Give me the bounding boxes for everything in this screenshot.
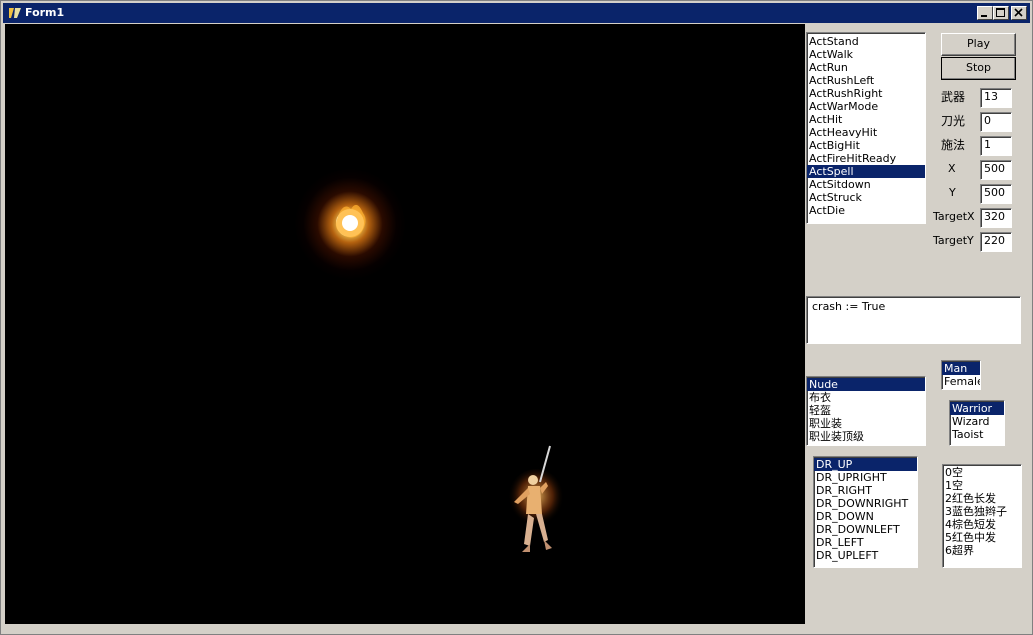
param-field[interactable]: 220 xyxy=(980,232,1012,252)
param-field[interactable]: 320 xyxy=(980,208,1012,228)
warrior-sprite xyxy=(508,445,564,552)
action-item[interactable]: ActWalk xyxy=(807,48,925,61)
minimize-icon xyxy=(981,15,987,17)
direction-item[interactable]: DR_UPLEFT xyxy=(814,549,917,562)
param-label: 施法 xyxy=(941,138,966,152)
param-field[interactable]: 500 xyxy=(980,184,1012,204)
action-item[interactable]: ActFireHitReady xyxy=(807,152,925,165)
hair-item[interactable]: 5红色中发 xyxy=(943,531,1021,544)
app-icon xyxy=(7,5,23,21)
direction-item[interactable]: DR_DOWNLEFT xyxy=(814,523,917,536)
job-item[interactable]: Wizard xyxy=(950,415,1004,428)
action-item[interactable]: ActSitdown xyxy=(807,178,925,191)
stop-button[interactable]: Stop xyxy=(941,57,1016,80)
direction-item[interactable]: DR_RIGHT xyxy=(814,484,917,497)
main-window: Form1 ActStand ActWalk ActRun ActRushLef… xyxy=(0,0,1033,635)
armor-item[interactable]: 职业装顶级 xyxy=(807,430,925,443)
action-item[interactable]: ActRushRight xyxy=(807,87,925,100)
armor-item[interactable]: 布衣 xyxy=(807,391,925,404)
direction-item[interactable]: DR_DOWN xyxy=(814,510,917,523)
param-label: TargetX xyxy=(933,210,975,223)
job-item[interactable]: Warrior xyxy=(950,402,1004,415)
hair-item[interactable]: 4棕色短发 xyxy=(943,518,1021,531)
job-item[interactable]: Taoist xyxy=(950,428,1004,441)
direction-listbox[interactable]: DR_UP DR_UPRIGHT DR_RIGHT DR_DOWNRIGHT DR_DO… xyxy=(813,456,918,568)
action-listbox[interactable]: ActStand ActWalk ActRun ActRushLeft ActRushR… xyxy=(806,32,926,224)
action-item[interactable]: ActDie xyxy=(807,204,925,217)
param-label: TargetY xyxy=(933,234,974,247)
game-canvas[interactable] xyxy=(5,24,805,624)
param-label: 武器 xyxy=(941,90,966,104)
gender-item[interactable]: Female xyxy=(942,375,980,388)
param-field[interactable]: 1 xyxy=(980,136,1012,156)
direction-item[interactable]: DR_UPRIGHT xyxy=(814,471,917,484)
param-field[interactable]: 0 xyxy=(980,112,1012,132)
param-field[interactable]: 13 xyxy=(980,88,1012,108)
action-item[interactable]: ActSpell xyxy=(807,165,925,178)
close-button[interactable] xyxy=(1011,6,1027,20)
fireball-core xyxy=(335,204,366,238)
action-item[interactable]: ActHit xyxy=(807,113,925,126)
direction-item[interactable]: DR_UP xyxy=(814,458,917,471)
play-button[interactable]: Play xyxy=(941,33,1016,56)
armor-item[interactable]: Nude xyxy=(807,378,925,391)
action-item[interactable]: ActWarMode xyxy=(807,100,925,113)
log-memo[interactable]: crash := True xyxy=(806,296,1021,344)
armor-listbox[interactable]: Nude 布衣 轻盔 职业装 职业装顶级 xyxy=(806,376,926,446)
minimize-button[interactable] xyxy=(977,6,993,20)
job-listbox[interactable]: Warrior Wizard Taoist xyxy=(949,400,1005,446)
hair-item[interactable]: 2红色长发 xyxy=(943,492,1021,505)
hair-item[interactable]: 0空 xyxy=(943,466,1021,479)
action-item[interactable]: ActBigHit xyxy=(807,139,925,152)
action-item[interactable]: ActRushLeft xyxy=(807,74,925,87)
title-bar[interactable]: Form1 xyxy=(3,3,1030,23)
direction-item[interactable]: DR_LEFT xyxy=(814,536,917,549)
param-label: 刀光 xyxy=(941,114,966,128)
maximize-button[interactable] xyxy=(993,6,1009,20)
action-item[interactable]: ActStruck xyxy=(807,191,925,204)
hair-item[interactable]: 6超界 xyxy=(943,544,1021,557)
direction-item[interactable]: DR_DOWNRIGHT xyxy=(814,497,917,510)
param-field[interactable]: 500 xyxy=(980,160,1012,180)
action-item[interactable]: ActRun xyxy=(807,61,925,74)
hair-listbox[interactable]: 0空 1空 2红色长发 3蓝色独辫子 4棕色短发 5红色中发 6超界 xyxy=(942,464,1022,568)
maximize-icon xyxy=(996,8,1005,17)
armor-item[interactable]: 轻盔 xyxy=(807,404,925,417)
action-item[interactable]: ActStand xyxy=(807,35,925,48)
gender-listbox[interactable]: Man Female xyxy=(941,360,981,390)
hair-item[interactable]: 3蓝色独辫子 xyxy=(943,505,1021,518)
armor-item[interactable]: 职业装 xyxy=(807,417,925,430)
hair-item[interactable]: 1空 xyxy=(943,479,1021,492)
gender-item[interactable]: Man xyxy=(942,362,980,375)
window-title: Form1 xyxy=(25,6,65,19)
param-label: X xyxy=(948,162,956,175)
close-icon xyxy=(1014,8,1023,17)
param-label: Y xyxy=(949,186,956,199)
action-item[interactable]: ActHeavyHit xyxy=(807,126,925,139)
